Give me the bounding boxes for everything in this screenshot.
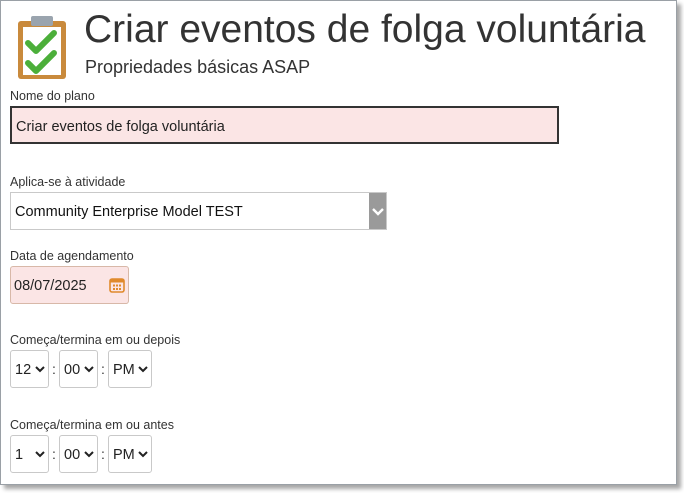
end-before-ampm-select[interactable]: PM — [108, 435, 152, 473]
chevron-down-icon — [84, 366, 94, 373]
page-subtitle: Propriedades básicas ASAP — [85, 57, 311, 77]
chevron-down-icon — [35, 451, 45, 458]
calendar-icon[interactable] — [109, 277, 125, 293]
start-after-label: Começa/termina em ou depois — [10, 333, 181, 347]
time-separator: : — [52, 361, 56, 377]
page-title: Criar eventos de folga voluntária — [84, 8, 646, 51]
start-after-ampm-select[interactable]: PM — [108, 350, 152, 388]
chevron-down-icon — [138, 451, 148, 458]
time-separator: : — [101, 361, 105, 377]
chevron-down-icon — [138, 366, 148, 373]
schedule-date-input[interactable]: 08/07/2025 — [10, 266, 129, 304]
chevron-down-icon — [35, 366, 45, 373]
end-before-minute-select[interactable]: 00 — [59, 435, 98, 473]
end-before-hour-select[interactable]: 1 — [10, 435, 49, 473]
end-before-label: Começa/termina em ou antes — [10, 418, 174, 432]
select-value: 00 — [64, 362, 81, 378]
plan-name-label: Nome do plano — [10, 89, 95, 103]
select-value: 00 — [64, 447, 81, 463]
dialog-frame: Criar eventos de folga voluntária Propri… — [0, 0, 677, 485]
start-after-minute-select[interactable]: 00 — [59, 350, 98, 388]
activity-value: Community Enterprise Model TEST — [15, 204, 243, 220]
plan-name-input[interactable]: Criar eventos de folga voluntária — [10, 106, 559, 144]
chevron-down-icon — [84, 451, 94, 458]
select-value: PM — [113, 447, 135, 463]
activity-label: Aplica-se à atividade — [10, 175, 126, 189]
start-after-hour-select[interactable]: 12 — [10, 350, 49, 388]
schedule-date-label: Data de agendamento — [10, 249, 134, 263]
time-separator: : — [101, 446, 105, 462]
activity-select[interactable]: Community Enterprise Model TEST — [10, 192, 387, 230]
clipboard-checklist-icon — [18, 16, 66, 79]
select-value: PM — [113, 362, 135, 378]
schedule-date-value: 08/07/2025 — [14, 278, 87, 294]
select-value: 1 — [15, 447, 24, 463]
plan-name-value: Criar eventos de folga voluntária — [16, 119, 225, 135]
chevron-down-icon[interactable] — [369, 193, 386, 229]
select-value: 12 — [15, 362, 32, 378]
time-separator: : — [52, 446, 56, 462]
